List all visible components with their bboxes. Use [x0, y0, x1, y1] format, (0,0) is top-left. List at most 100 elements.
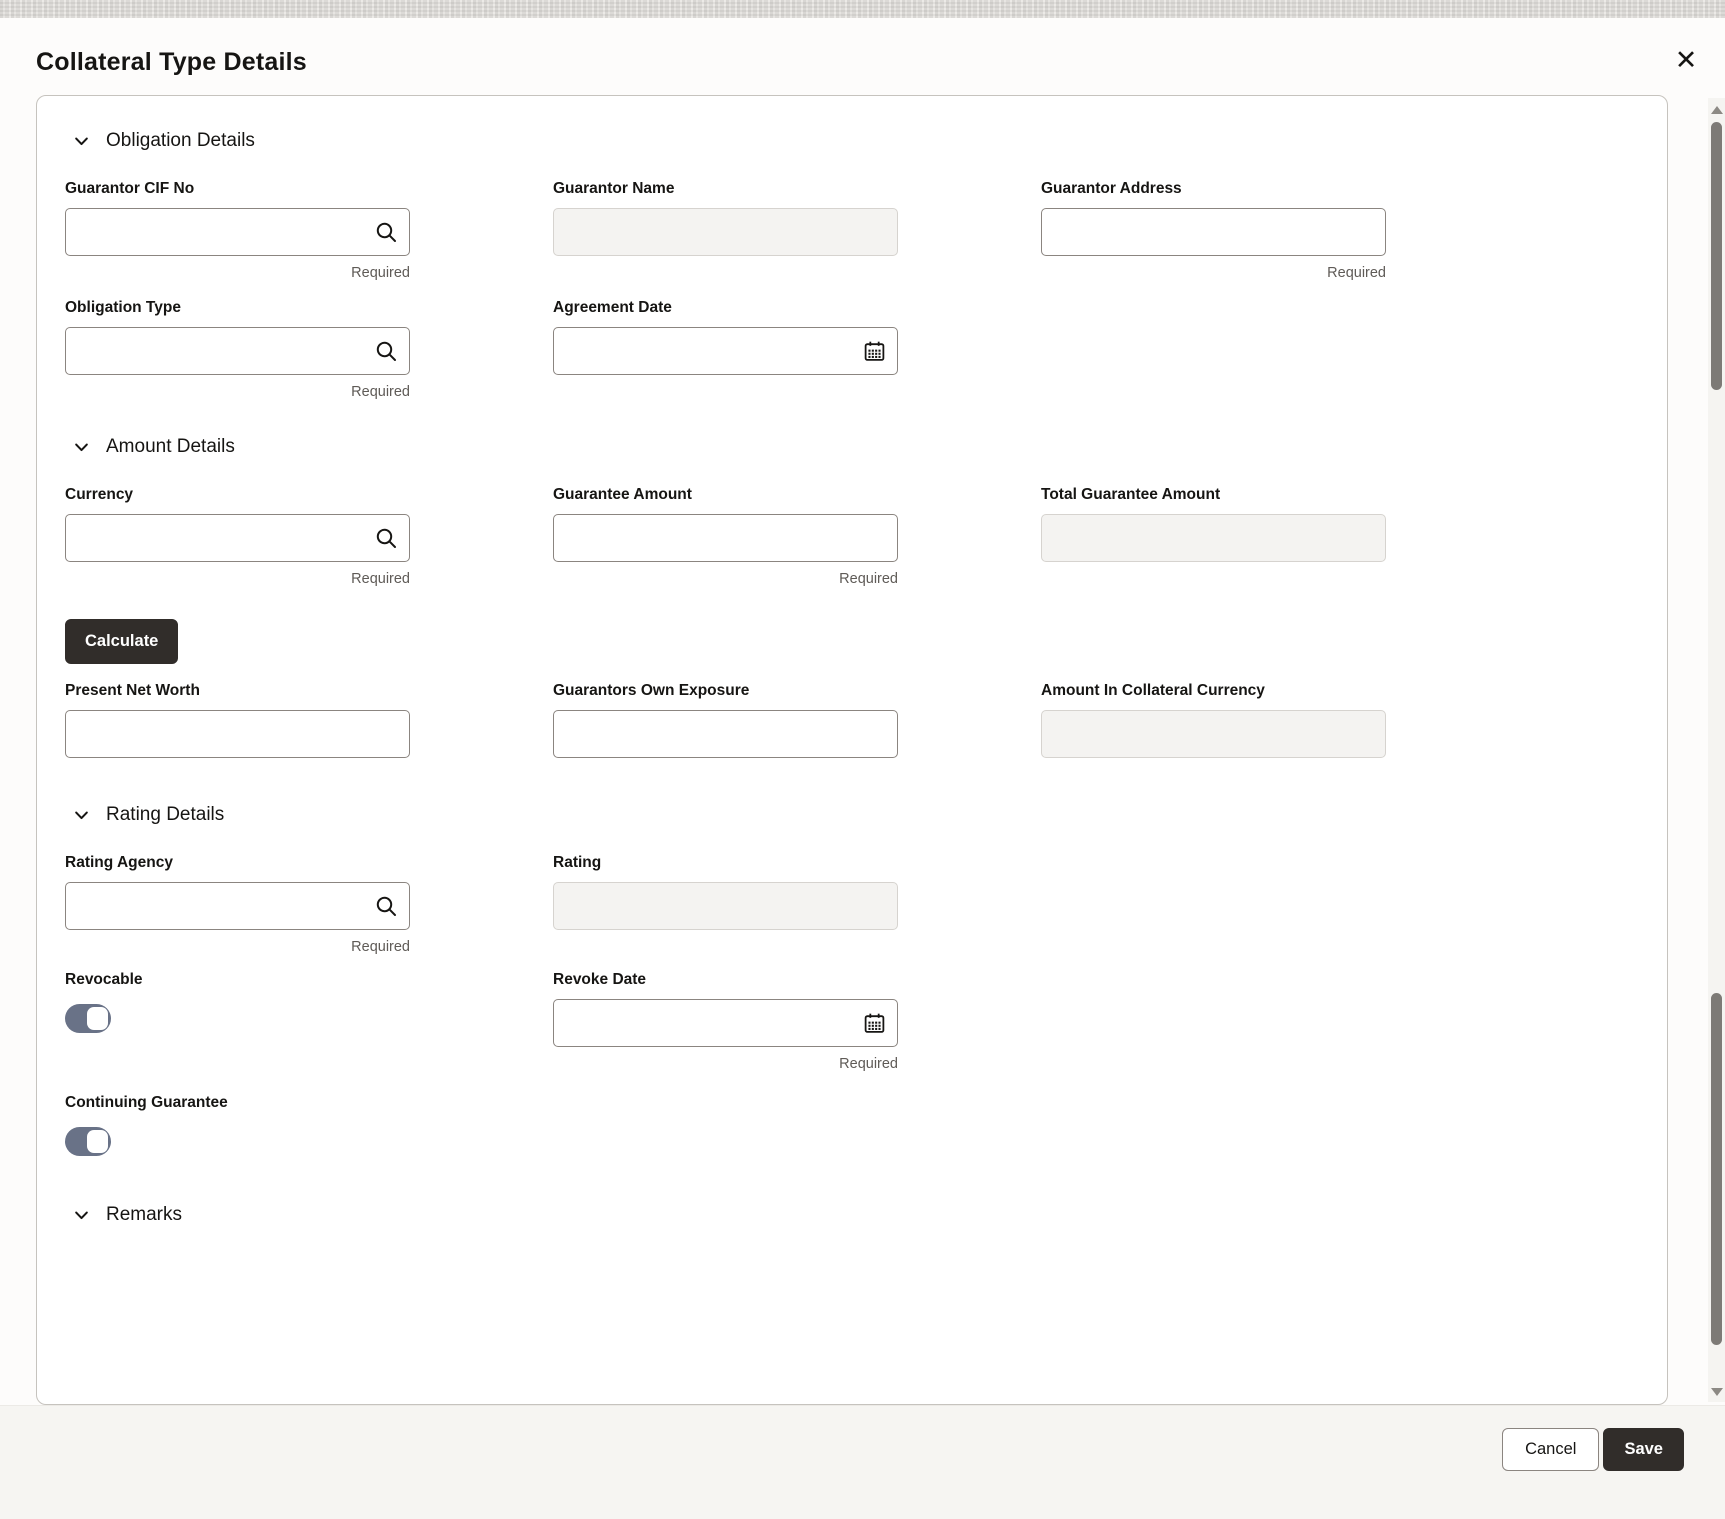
section-obligation-details[interactable]: Obligation Details: [73, 126, 1639, 156]
field-guarantee-amount: Guarantee Amount Required: [553, 486, 898, 589]
hint-spacer: [553, 939, 898, 957]
section-amount-details[interactable]: Amount Details: [73, 432, 1639, 462]
rating-row-1: Rating Agency Required Rating: [65, 854, 1639, 957]
field-present-net-worth: Present Net Worth: [65, 682, 410, 758]
save-button[interactable]: Save: [1603, 1428, 1684, 1471]
required-hint: Required: [351, 384, 410, 400]
scroll-up-arrow-icon[interactable]: [1711, 106, 1723, 114]
calculate-button[interactable]: Calculate: [65, 619, 179, 664]
calendar-icon[interactable]: [861, 338, 887, 364]
continuing-guarantee-toggle[interactable]: [65, 1127, 111, 1156]
field-rating: Rating: [553, 854, 898, 957]
section-rating-details[interactable]: Rating Details: [73, 800, 1639, 830]
field-label: Present Net Worth: [65, 682, 200, 699]
amount-row-1: Currency Required Guarantee Amount Requi…: [65, 486, 1639, 589]
collateral-form-panel: Obligation Details Guarantor CIF No Requ…: [36, 95, 1668, 1405]
scroll-down-arrow-icon[interactable]: [1711, 1388, 1723, 1396]
toggle-knob: [87, 1130, 108, 1153]
field-label: Guarantor Name: [553, 180, 675, 197]
required-hint: Required: [839, 571, 898, 587]
scrollbar-thumb-bottom[interactable]: [1711, 993, 1722, 1345]
scrollbar-thumb-top[interactable]: [1711, 122, 1722, 390]
required-hint: Required: [1327, 265, 1386, 281]
search-icon[interactable]: [373, 338, 399, 364]
field-label: Rating: [553, 854, 602, 871]
guarantors-own-exposure-input[interactable]: [553, 710, 898, 758]
field-guarantors-own-exposure: Guarantors Own Exposure: [553, 682, 898, 758]
search-icon[interactable]: [373, 893, 399, 919]
section-title: Obligation Details: [106, 130, 255, 151]
amount-row-2: Present Net Worth Guarantors Own Exposur…: [65, 682, 1639, 758]
required-hint: Required: [351, 939, 410, 955]
field-label: Agreement Date: [553, 299, 672, 316]
field-label: Amount In Collateral Currency: [1041, 682, 1265, 699]
field-guarantor-address: Guarantor Address Required: [1041, 180, 1386, 283]
obligation-row-2: Obligation Type Required Agreement Date: [65, 299, 1639, 402]
chevron-down-icon[interactable]: [73, 807, 90, 824]
required-hint: Required: [351, 265, 410, 281]
field-revoke-date: Revoke Date Required: [553, 971, 898, 1074]
rating-row-2: Revocable Revoke Date Required: [65, 971, 1639, 1074]
guarantor-address-input[interactable]: [1041, 208, 1386, 256]
field-label: Total Guarantee Amount: [1041, 486, 1221, 503]
present-net-worth-input[interactable]: [65, 710, 410, 758]
agreement-date-input[interactable]: [553, 327, 898, 375]
background-page-texture: [0, 0, 1725, 18]
cancel-button[interactable]: Cancel: [1502, 1428, 1600, 1471]
hint-spacer: [553, 384, 898, 402]
revoke-date-input[interactable]: [553, 999, 898, 1047]
section-title: Remarks: [106, 1204, 183, 1225]
field-label: Revoke Date: [553, 971, 647, 988]
rating-row-3: Continuing Guarantee: [65, 1094, 1639, 1156]
field-label: Revocable: [65, 971, 143, 988]
rating-agency-input[interactable]: [65, 882, 410, 930]
field-label: Continuing Guarantee: [65, 1094, 228, 1111]
field-currency: Currency Required: [65, 486, 410, 589]
required-hint: Required: [351, 571, 410, 587]
guarantor-name-input: [553, 208, 898, 256]
scrollbar-track[interactable]: [1708, 98, 1725, 1402]
field-label: Guarantee Amount: [553, 486, 692, 503]
field-guarantor-cif-no: Guarantor CIF No Required: [65, 180, 410, 283]
field-guarantor-name: Guarantor Name: [553, 180, 898, 283]
hint-spacer: [553, 265, 898, 283]
chevron-down-icon[interactable]: [73, 439, 90, 456]
field-label: Guarantor CIF No: [65, 180, 195, 197]
guarantor-cif-no-input[interactable]: [65, 208, 410, 256]
obligation-row-1: Guarantor CIF No Required Guarantor Name…: [65, 180, 1639, 283]
field-label: Guarantors Own Exposure: [553, 682, 750, 699]
field-label: Currency: [65, 486, 134, 503]
search-icon[interactable]: [373, 219, 399, 245]
field-label: Rating Agency: [65, 854, 173, 871]
field-amount-in-collateral-currency: Amount In Collateral Currency: [1041, 682, 1386, 758]
chevron-down-icon[interactable]: [73, 133, 90, 150]
total-guarantee-amount-input: [1041, 514, 1386, 562]
field-obligation-type: Obligation Type Required: [65, 299, 410, 402]
dialog-header: Collateral Type Details ✕: [0, 18, 1725, 95]
field-revocable: Revocable: [65, 971, 410, 1033]
dialog-footer: Cancel Save: [0, 1405, 1725, 1519]
field-agreement-date: Agreement Date: [553, 299, 898, 402]
required-hint: Required: [839, 1056, 898, 1072]
section-title: Rating Details: [106, 804, 225, 825]
hint-spacer: [1041, 571, 1386, 589]
field-rating-agency: Rating Agency Required: [65, 854, 410, 957]
obligation-type-input[interactable]: [65, 327, 410, 375]
section-remarks[interactable]: Remarks: [73, 1200, 1639, 1230]
field-label: Guarantor Address: [1041, 180, 1182, 197]
field-label: Obligation Type: [65, 299, 181, 316]
revocable-toggle[interactable]: [65, 1004, 111, 1033]
guarantee-amount-input[interactable]: [553, 514, 898, 562]
currency-input[interactable]: [65, 514, 410, 562]
section-title: Amount Details: [106, 436, 235, 457]
toggle-knob: [87, 1007, 108, 1030]
amount-in-collateral-currency-input: [1041, 710, 1386, 758]
dialog-title: Collateral Type Details: [36, 48, 307, 76]
search-icon[interactable]: [373, 525, 399, 551]
field-continuing-guarantee: Continuing Guarantee: [65, 1094, 410, 1156]
close-icon[interactable]: ✕: [1668, 42, 1704, 78]
chevron-down-icon[interactable]: [73, 1207, 90, 1224]
rating-input: [553, 882, 898, 930]
field-total-guarantee-amount: Total Guarantee Amount: [1041, 486, 1386, 589]
calendar-icon[interactable]: [861, 1010, 887, 1036]
